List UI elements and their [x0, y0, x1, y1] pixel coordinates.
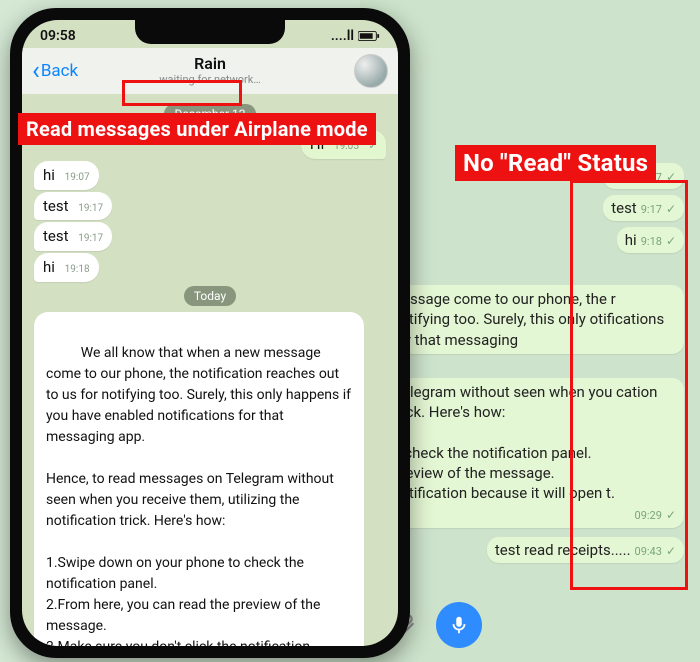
bg-msg-out[interactable]: test read receipts..... 09:43 ✓	[487, 537, 684, 563]
compose-bar	[376, 596, 684, 652]
annotation-label-left: Read messages under Airplane mode	[18, 113, 376, 145]
status-time: 09:58	[40, 28, 76, 44]
back-label: Back	[41, 61, 78, 81]
signal-icon: ....ll	[331, 28, 354, 44]
msg-time: 9:17	[641, 203, 662, 216]
msg-time: 09:29	[635, 509, 662, 524]
mic-button[interactable]	[436, 602, 482, 648]
message-row-in[interactable]: hi 19:07	[34, 161, 386, 190]
annotation-label-right: No "Read" Status	[455, 145, 656, 181]
msg-text: test	[43, 197, 69, 215]
desktop-chat-panel: test 9:17 ✓ test 9:17 ✓ hi 9:18 ✓ …essag…	[360, 0, 700, 662]
msg-text: We all know that when a new message come…	[46, 345, 354, 646]
phone-notch	[135, 20, 285, 44]
message-row-in[interactable]: test 19:17	[34, 222, 386, 251]
msg-time: 19:18	[65, 264, 90, 275]
bg-msg-out-long[interactable]: …essage come to our phone, the r notifyi…	[384, 285, 684, 354]
battery-icon	[358, 30, 380, 42]
connection-status: waiting for network…	[159, 73, 260, 86]
msg-text: …essage come to our phone, the r notifyi…	[392, 289, 676, 350]
back-button[interactable]: ‹ Back	[32, 61, 78, 81]
single-check-icon: ✓	[666, 234, 676, 248]
contact-name: Rain	[159, 54, 260, 73]
msg-time: 9:18	[641, 235, 662, 248]
msg-text: …elegram without seen when you cation tr…	[392, 382, 676, 504]
chat-header: ‹ Back Rain waiting for network…	[22, 48, 398, 94]
single-check-icon: ✓	[666, 544, 676, 558]
message-row-in[interactable]: test 19:17	[34, 192, 386, 221]
single-check-icon: ✓	[666, 170, 676, 184]
msg-text: hi	[625, 231, 637, 249]
msg-time: 19:07	[65, 172, 90, 183]
msg-text: hi	[43, 166, 55, 184]
chevron-left-icon: ‹	[32, 64, 40, 78]
message-list[interactable]: December 12 Hi 19:05 ✓ hi 19:07 test 19:…	[22, 94, 398, 646]
date-separator: Today	[184, 286, 236, 306]
msg-text: test read receipts.....	[495, 541, 631, 559]
mic-icon	[448, 614, 470, 636]
message-row-in[interactable]: hi 19:18	[34, 253, 386, 282]
phone-frame: 09:58 ....ll ‹ Back Rain waiting for net…	[10, 8, 410, 658]
bg-msg-out[interactable]: test 9:17 ✓	[603, 195, 684, 221]
msg-time: 09:43	[635, 545, 662, 558]
msg-time: 19:17	[78, 233, 103, 244]
message-row-in[interactable]: We all know that when a new message come…	[34, 312, 386, 646]
msg-text: test	[611, 199, 637, 217]
chat-title[interactable]: Rain waiting for network…	[159, 54, 260, 86]
msg-time: 19:17	[78, 203, 103, 214]
msg-text: test	[43, 227, 69, 245]
bg-msg-out[interactable]: hi 9:18 ✓	[617, 227, 684, 253]
msg-text: hi	[43, 258, 55, 276]
single-check-icon: ✓	[666, 507, 676, 523]
avatar[interactable]	[354, 54, 388, 88]
bg-msg-out-long[interactable]: …elegram without seen when you cation tr…	[384, 378, 684, 528]
single-check-icon: ✓	[666, 202, 676, 216]
